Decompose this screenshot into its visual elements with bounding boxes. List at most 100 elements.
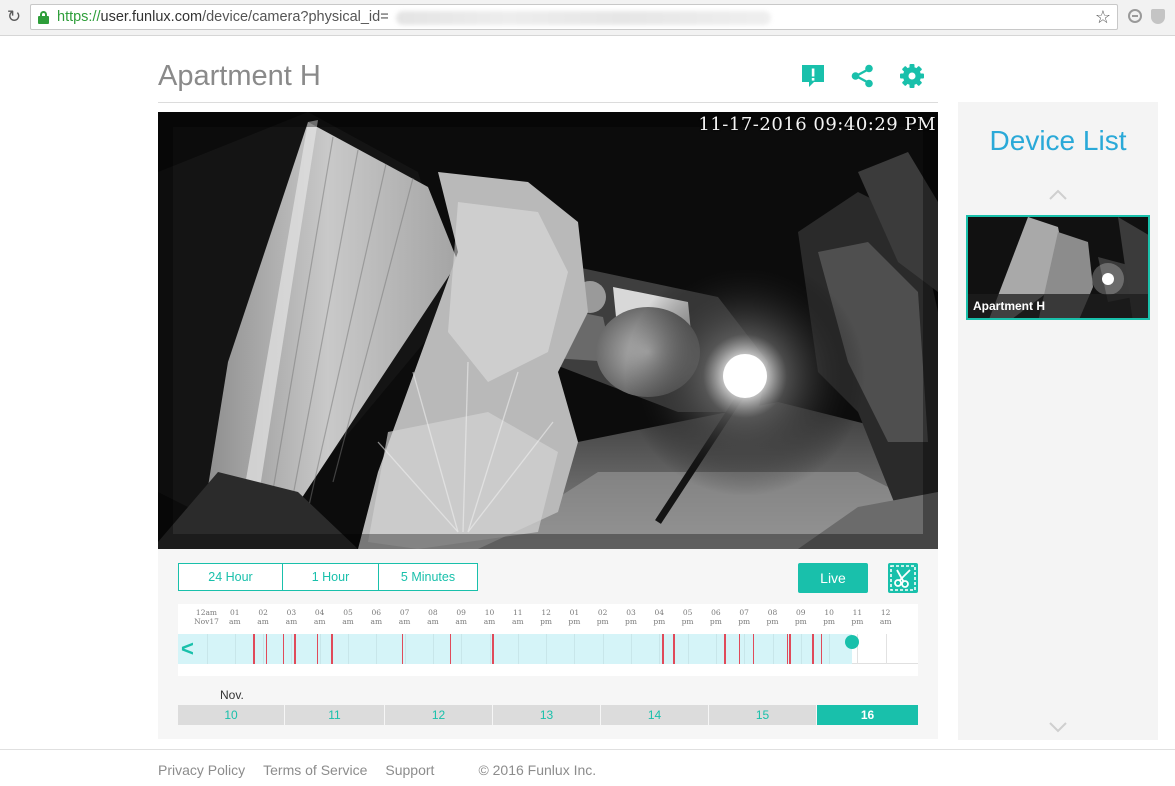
tick-label-hour: 12 (880, 608, 891, 617)
timeline-gridline (376, 634, 378, 664)
motion-event-marker[interactable] (752, 634, 755, 664)
privacy-policy-link[interactable]: Privacy Policy (158, 762, 245, 780)
tick-label-hour: 04 (314, 608, 325, 617)
tick-label-hour: 10 (484, 608, 495, 617)
device-list-panel: Device List Apartment H (958, 102, 1158, 740)
timeline-gridline (291, 634, 293, 664)
motion-event-marker[interactable] (401, 634, 404, 664)
range-24-hour-button[interactable]: 24 Hour (178, 563, 283, 591)
timeline-playhead[interactable] (844, 635, 859, 649)
motion-event-marker[interactable] (812, 634, 814, 664)
reload-icon[interactable]: ↻ (4, 7, 24, 27)
tick-label-period: pm (738, 617, 751, 626)
timeline-gridline (263, 634, 265, 664)
motion-event-marker[interactable] (282, 634, 285, 664)
tick-label-period: am (398, 617, 411, 626)
tick-label-hour: 06 (711, 608, 721, 617)
tick-label-hour: 04 (654, 608, 665, 617)
tick-label-hour: 03 (626, 608, 636, 617)
timeline-tick-label: 11 pm (843, 608, 871, 626)
tick-label-hour: 02 (597, 608, 608, 617)
timeline-tick-label: 06 am (362, 608, 390, 626)
tick-label-hour: 12am (195, 608, 218, 617)
tick-label-period: am (483, 617, 496, 626)
extension-shield-icon[interactable] (1151, 9, 1165, 24)
timeline-tick-label: 05 am (334, 608, 362, 626)
timeline-prev-arrow[interactable]: < (181, 637, 197, 661)
motion-event-marker[interactable] (449, 634, 452, 664)
tick-label-period: am (257, 617, 269, 626)
motion-event-marker[interactable] (492, 634, 494, 664)
tick-label-period: pm (653, 617, 666, 626)
tick-label-hour: 08 (428, 608, 438, 617)
redacted-url-part (396, 11, 771, 25)
chevron-down-icon[interactable] (1048, 720, 1068, 734)
timeline-tick-label: 12am Nov17 (193, 608, 221, 626)
motion-event-marker[interactable] (724, 634, 726, 664)
terms-of-service-link[interactable]: Terms of Service (263, 762, 367, 780)
tick-label-hour: 11 (852, 608, 863, 617)
tick-label-period: pm (681, 617, 694, 626)
recording-timeline[interactable]: 12am Nov17 01 am 02 am 03 am 04 am 05 am 06 am 07 am 08 a… (178, 604, 918, 676)
tick-label-period: am (342, 617, 354, 626)
camera-video-feed[interactable]: 11-17-2016 09:40:29 PM (158, 112, 938, 549)
timeline-tick-label: 02 am (249, 608, 277, 626)
timeline-gridline (687, 634, 689, 664)
support-link[interactable]: Support (385, 762, 434, 780)
tick-label-hour: 07 (739, 608, 749, 617)
footer-divider (0, 749, 1175, 750)
tick-label-period: pm (851, 617, 864, 626)
alert-icon[interactable] (800, 63, 826, 89)
timeline-gridline (885, 634, 887, 664)
timeline-gridline (800, 634, 802, 664)
live-button[interactable]: Live (798, 563, 868, 593)
timeline-tick-label: 02 pm (589, 608, 617, 626)
device-thumbnail[interactable]: Apartment H (966, 215, 1150, 320)
timeline-gridline (772, 634, 774, 664)
motion-event-marker[interactable] (331, 634, 333, 664)
motion-event-marker[interactable] (294, 634, 296, 664)
day-button[interactable]: 12 (385, 705, 492, 725)
address-url: https://user.funlux.com/device/camera?ph… (57, 9, 389, 25)
range-1-hour-button[interactable]: 1 Hour (283, 563, 379, 591)
range-5-minutes-button[interactable]: 5 Minutes (379, 563, 478, 591)
clip-scissors-button[interactable] (888, 563, 918, 593)
motion-event-marker[interactable] (673, 634, 675, 664)
motion-event-marker[interactable] (789, 634, 791, 664)
chevron-up-icon[interactable] (1048, 188, 1068, 202)
motion-event-marker[interactable] (820, 634, 823, 664)
timeline-tick-label: 04 am (306, 608, 334, 626)
motion-event-marker[interactable] (786, 634, 789, 664)
timeline-tick-label: 08 pm (759, 608, 787, 626)
page-title: Apartment H (158, 60, 321, 92)
motion-event-marker[interactable] (662, 634, 664, 664)
tick-label-hour: 09 (796, 608, 806, 617)
day-button[interactable]: 13 (493, 705, 600, 725)
tick-label-period: am (427, 617, 439, 626)
footer: Privacy Policy Terms of Service Support … (158, 762, 596, 780)
timeline-track[interactable]: < (178, 634, 918, 664)
day-button[interactable]: 14 (601, 705, 708, 725)
motion-event-marker[interactable] (265, 634, 268, 664)
motion-event-marker[interactable] (253, 634, 255, 664)
timeline-gridline (432, 634, 434, 664)
tick-label-hour: 07 (399, 608, 410, 617)
video-timestamp: 11-17-2016 09:40:29 PM (698, 114, 936, 135)
day-button[interactable]: 10 (178, 705, 284, 725)
scissors-icon (890, 565, 916, 591)
bookmark-star-icon[interactable]: ☆ (1095, 7, 1111, 28)
recorded-range (178, 634, 852, 664)
share-icon[interactable] (850, 63, 876, 89)
address-bar[interactable]: https://user.funlux.com/device/camera?ph… (30, 4, 1118, 30)
tick-label-period: am (512, 617, 524, 626)
tick-label-hour: 03 (286, 608, 297, 617)
timeline-gridline (461, 634, 463, 664)
motion-event-marker[interactable] (316, 634, 319, 664)
motion-event-marker[interactable] (738, 634, 741, 664)
settings-gear-icon[interactable] (899, 63, 925, 89)
day-button[interactable]: 11 (285, 705, 384, 725)
day-button[interactable]: 16 (817, 705, 918, 725)
timeline-gridline (574, 634, 576, 664)
extension-block-icon[interactable] (1128, 9, 1142, 23)
day-button[interactable]: 15 (709, 705, 816, 725)
